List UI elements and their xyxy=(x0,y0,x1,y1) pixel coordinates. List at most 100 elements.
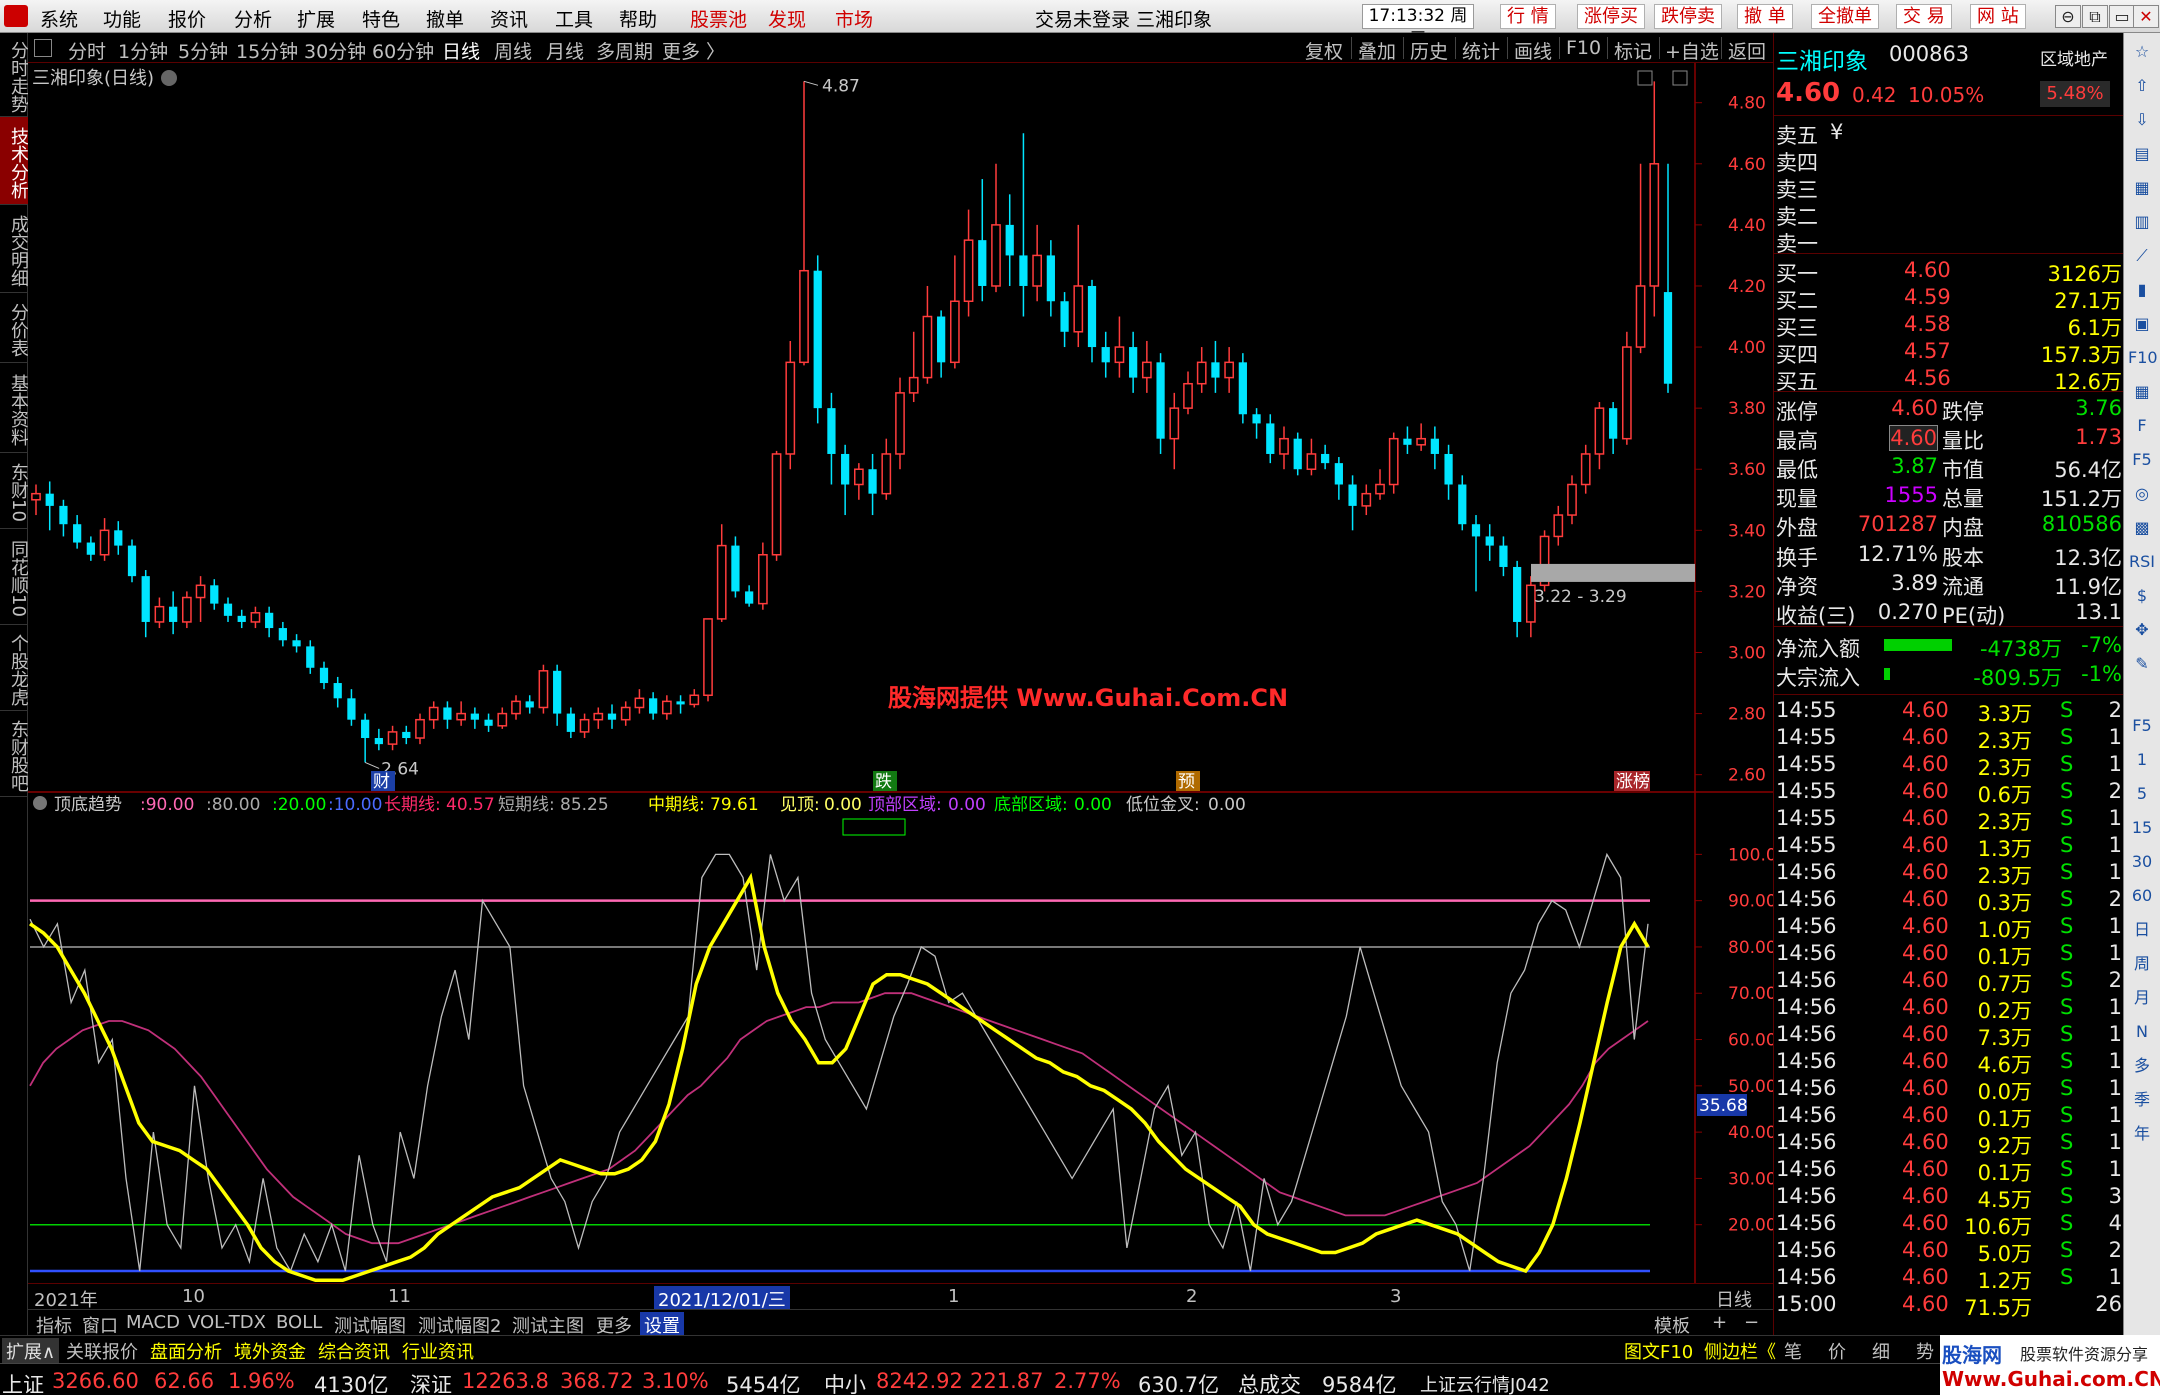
period-intraday[interactable]: 分时 xyxy=(68,37,106,64)
menu-system[interactable]: 系统 xyxy=(40,5,78,32)
add-watchlist-button[interactable]: +自选 xyxy=(1665,37,1719,64)
tool-button-icon[interactable]: F xyxy=(2128,413,2156,439)
tool-button-icon[interactable]: 5 xyxy=(2128,781,2156,807)
tool-button-icon[interactable]: F5 xyxy=(2128,713,2156,739)
tool-button-icon[interactable]: ✥ xyxy=(2128,617,2156,643)
period-5min[interactable]: 5分钟 xyxy=(178,37,228,64)
tool-button-icon[interactable]: 季 xyxy=(2128,1087,2156,1113)
restore-rights-button[interactable]: 复权 xyxy=(1305,37,1343,64)
marker-top-list[interactable]: 涨榜 xyxy=(1616,772,1650,792)
tool-button-icon[interactable]: 周 xyxy=(2128,951,2156,977)
menu-feature[interactable]: 特色 xyxy=(362,5,400,32)
overlay-button[interactable]: 叠加 xyxy=(1358,37,1396,64)
marker-forecast[interactable]: 预 xyxy=(1178,772,1195,792)
f10-graphic-button[interactable]: 图文F10 xyxy=(1620,1338,1697,1364)
period-weekly[interactable]: 周线 xyxy=(494,37,532,64)
period-monthly[interactable]: 月线 xyxy=(546,37,584,64)
close-icon[interactable]: ✕ xyxy=(2133,5,2159,28)
mark-button[interactable]: 标记 xyxy=(1614,37,1652,64)
menu-analysis[interactable]: 分析 xyxy=(234,5,272,32)
indicator-chart[interactable]: 100.0 90.00 80.00 70.00 60.00 50.00 40.00 30.00… xyxy=(28,793,1773,1283)
tab-vol-tdx[interactable]: VOL-TDX xyxy=(184,1312,270,1333)
tool-button-icon[interactable]: 日 xyxy=(2128,917,2156,943)
tool-button-icon[interactable]: 年 xyxy=(2128,1121,2156,1147)
tab-related-quotes[interactable]: 关联报价 xyxy=(62,1338,142,1364)
tool-button-icon[interactable]: 多 xyxy=(2128,1053,2156,1079)
draw-line-button[interactable]: 画线 xyxy=(1514,37,1552,64)
tab-dragon-tiger[interactable]: 个股龙虎 xyxy=(0,625,29,711)
tool-button-icon[interactable]: 15 xyxy=(2128,815,2156,841)
index-sh-label[interactable]: 上证 xyxy=(2,1369,44,1395)
tab-detail[interactable]: 细 xyxy=(1868,1338,1894,1364)
tab-eastmoney[interactable]: 东财10 xyxy=(0,453,29,529)
tool-button-icon[interactable]: 60 xyxy=(2128,883,2156,909)
minimize-icon[interactable]: ⊖ xyxy=(2055,5,2081,28)
extend-toggle[interactable]: 扩展∧ xyxy=(2,1338,60,1364)
cancel-all-button[interactable]: 全撤单 xyxy=(1811,4,1879,29)
bid-row[interactable]: 买四 4.57 157.3万 xyxy=(1774,338,2124,367)
tab-price[interactable]: 价 xyxy=(1824,1338,1850,1364)
tab-macd[interactable]: MACD xyxy=(122,1312,184,1333)
tab-fundamentals[interactable]: 基本资料 xyxy=(0,363,29,453)
menu-market[interactable]: 市场 xyxy=(835,5,873,32)
trade-button[interactable]: 交 易 xyxy=(1896,4,1952,29)
tool-button-icon[interactable]: ▩ xyxy=(2128,515,2156,541)
bid-row[interactable]: 买五 4.56 12.6万 xyxy=(1774,365,2124,394)
menu-help[interactable]: 帮助 xyxy=(619,5,657,32)
sidebar-toggle[interactable]: 侧边栏《 xyxy=(1700,1338,1780,1364)
tool-button-icon[interactable]: F5 xyxy=(2128,447,2156,473)
statistics-button[interactable]: 统计 xyxy=(1462,37,1500,64)
tab-technical[interactable]: 技术分析 xyxy=(0,117,29,205)
tool-button-icon[interactable]: ✎ xyxy=(2128,651,2156,677)
back-button[interactable]: 返回 xyxy=(1728,37,1766,64)
tab-boll[interactable]: BOLL xyxy=(272,1312,326,1333)
tab-forum[interactable]: 东财股吧 xyxy=(0,711,29,797)
period-more[interactable]: 更多 〉 xyxy=(662,37,725,64)
tool-button-icon[interactable]: RSI xyxy=(2128,549,2156,575)
f10-button[interactable]: F10 xyxy=(1566,37,1601,59)
kline-chart[interactable]: 4.80 4.60 4.40 4.20 4.00 3.80 3.60 3.40 3.20 3.00… xyxy=(28,63,1773,793)
bid-row[interactable]: 买二 4.59 27.1万 xyxy=(1774,284,2124,313)
tool-button-icon[interactable]: ☆ xyxy=(2128,39,2156,65)
menu-news[interactable]: 资讯 xyxy=(490,5,528,32)
tool-button-icon[interactable]: ▦ xyxy=(2128,175,2156,201)
menu-stock-pool[interactable]: 股票池 xyxy=(690,5,747,32)
tool-button-icon[interactable]: ⇩ xyxy=(2128,107,2156,133)
bid-row[interactable]: 买一 4.60 3126万 xyxy=(1774,257,2124,286)
tab-trade-detail[interactable]: 笔 xyxy=(1780,1338,1806,1364)
indicator-name[interactable]: 顶底趋势 xyxy=(54,795,122,815)
layout-toggle-icon[interactable] xyxy=(34,39,52,57)
index-sz-label[interactable]: 深证 xyxy=(410,1369,452,1395)
tab-tonghuashun[interactable]: 同花顺10 xyxy=(0,529,29,625)
indicator-settings-icon[interactable] xyxy=(33,796,47,810)
index-zx-label[interactable]: 中小 xyxy=(824,1369,866,1395)
tab-industry-news[interactable]: 行业资讯 xyxy=(398,1338,478,1364)
tool-button-icon[interactable]: F10 xyxy=(2128,345,2158,371)
tab-trades[interactable]: 成交明细 xyxy=(0,205,29,293)
tool-button-icon[interactable]: 30 xyxy=(2128,849,2156,875)
period-30min[interactable]: 30分钟 xyxy=(304,37,366,64)
tab-market-analysis[interactable]: 盘面分析 xyxy=(146,1338,226,1364)
menu-extend[interactable]: 扩展 xyxy=(297,5,335,32)
zoom-in-button[interactable]: + xyxy=(1708,1312,1731,1333)
menu-quote[interactable]: 报价 xyxy=(168,5,206,32)
tool-button-icon[interactable]: ▦ xyxy=(2128,379,2156,405)
tab-comprehensive-news[interactable]: 综合资讯 xyxy=(314,1338,394,1364)
tool-button-icon[interactable]: ◎ xyxy=(2128,481,2156,507)
tool-button-icon[interactable]: ▥ xyxy=(2128,209,2156,235)
period-60min[interactable]: 60分钟 xyxy=(372,37,434,64)
period-15min[interactable]: 15分钟 xyxy=(236,37,298,64)
website-button[interactable]: 网 站 xyxy=(1970,4,2026,29)
menu-tools[interactable]: 工具 xyxy=(555,5,593,32)
chart-settings-icon[interactable] xyxy=(161,70,177,86)
tool-button-icon[interactable]: ▤ xyxy=(2128,141,2156,167)
tab-price-table[interactable]: 分价表 xyxy=(0,293,29,363)
tool-button-icon[interactable]: N xyxy=(2128,1019,2156,1045)
maximize-icon[interactable]: ▭ xyxy=(2109,5,2135,28)
tool-button-icon[interactable]: 1 xyxy=(2128,747,2156,773)
bid-row[interactable]: 买三 4.58 6.1万 xyxy=(1774,311,2124,340)
history-button[interactable]: 历史 xyxy=(1410,37,1448,64)
tool-button-icon[interactable]: $ xyxy=(2128,583,2156,609)
restore-icon[interactable]: ⧉ xyxy=(2082,5,2108,28)
tool-button-icon[interactable]: ⟋ xyxy=(2128,243,2156,269)
